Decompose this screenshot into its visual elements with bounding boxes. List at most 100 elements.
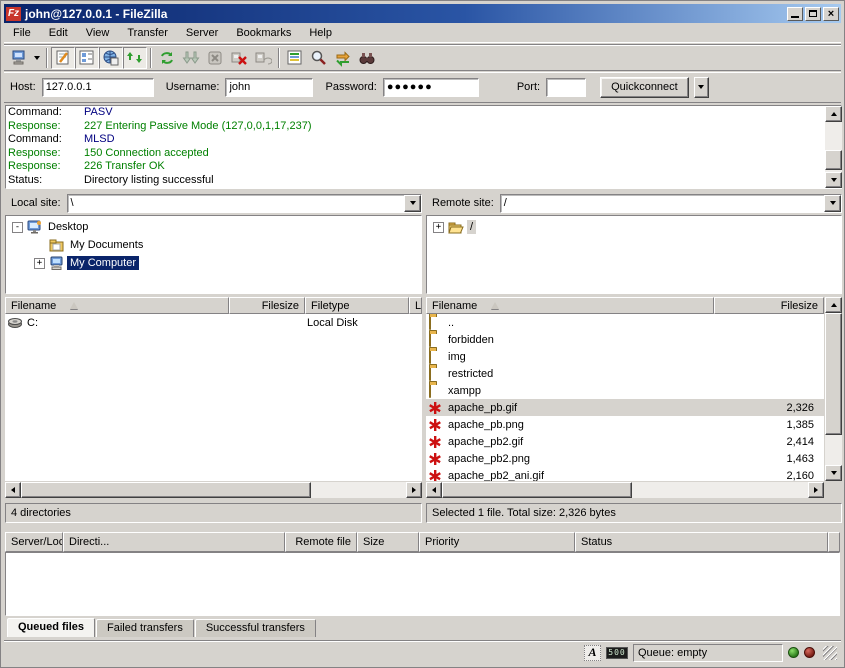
cancel-button[interactable] (203, 47, 227, 69)
password-input[interactable] (383, 78, 479, 97)
local-site-combo[interactable]: \ (67, 194, 422, 213)
quickconnect-dropdown[interactable] (694, 77, 709, 98)
scroll-thumb[interactable] (21, 482, 311, 498)
scroll-thumb[interactable] (825, 313, 842, 435)
expand-icon[interactable]: + (34, 258, 45, 269)
filter-button[interactable] (283, 47, 307, 69)
port-input[interactable] (546, 78, 586, 97)
transfer-type-indicator[interactable]: A (584, 645, 601, 661)
site-manager-button[interactable] (7, 47, 31, 69)
title-bar[interactable]: Fz john@127.0.0.1 - FileZilla × (4, 4, 841, 23)
file-name: apache_pb2.png (448, 453, 719, 465)
local-list-hscrollbar[interactable] (5, 482, 422, 498)
remote-file-list[interactable]: .. forbidden img restricted xampp (426, 314, 824, 481)
queue-column-header[interactable]: Priority (419, 532, 575, 552)
scroll-down-button[interactable] (825, 172, 842, 188)
local-file-list[interactable]: C: Local Disk (5, 314, 422, 481)
queue-column-header[interactable]: Remote file (285, 532, 357, 552)
log-scrollbar[interactable] (825, 106, 842, 188)
maximize-button[interactable] (805, 7, 821, 21)
file-row[interactable]: C: Local Disk (5, 314, 422, 331)
username-input[interactable] (225, 78, 313, 97)
menu-item[interactable]: Help (300, 25, 341, 41)
column-header-filesize[interactable]: Filesize (229, 297, 305, 314)
collapse-icon[interactable]: - (12, 222, 23, 233)
scroll-left-button[interactable] (426, 482, 442, 498)
queue-column-header[interactable]: Size (357, 532, 419, 552)
process-queue-button[interactable] (179, 47, 203, 69)
remote-tree[interactable]: + / (426, 215, 842, 294)
reconnect-button[interactable] (251, 47, 275, 69)
remote-list-hscrollbar[interactable] (426, 482, 824, 498)
queue-tab[interactable]: Failed transfers (96, 619, 194, 637)
queue-column-header[interactable] (828, 532, 840, 552)
local-tree[interactable]: - Desktop My Documents + My Computer (5, 215, 422, 294)
queue-list[interactable] (5, 552, 840, 616)
menu-item[interactable]: Server (177, 25, 227, 41)
tree-item-desktop[interactable]: - Desktop (6, 218, 421, 236)
close-button[interactable]: × (823, 7, 839, 21)
scroll-right-button[interactable] (808, 482, 824, 498)
column-header-filename[interactable]: Filename (426, 297, 714, 314)
menu-item[interactable]: File (4, 25, 40, 41)
tree-item-my-computer[interactable]: + My Computer (6, 254, 421, 272)
scroll-left-button[interactable] (5, 482, 21, 498)
scroll-right-button[interactable] (406, 482, 422, 498)
disconnect-button[interactable] (227, 47, 251, 69)
file-row[interactable]: apache_pb.png 1,385 (426, 416, 824, 433)
scroll-up-button[interactable] (825, 106, 842, 122)
file-row[interactable]: xampp (426, 382, 824, 399)
menu-item[interactable]: Edit (40, 25, 77, 41)
column-header-filesize[interactable]: Filesize (714, 297, 824, 314)
file-row[interactable]: apache_pb2.png 1,463 (426, 450, 824, 467)
file-row[interactable]: apache_pb2_ani.gif 2,160 (426, 467, 824, 481)
toggle-local-tree-button[interactable] (75, 47, 99, 69)
column-header-filetype[interactable]: Filetype (305, 297, 409, 314)
tree-item-my-documents[interactable]: My Documents (6, 236, 421, 254)
file-row[interactable]: img (426, 348, 824, 365)
find-button[interactable] (355, 47, 379, 69)
remote-list-vscrollbar[interactable] (825, 297, 842, 481)
file-row[interactable]: forbidden (426, 331, 824, 348)
compare-button[interactable] (307, 47, 331, 69)
host-input[interactable] (42, 78, 154, 97)
speed-limit-indicator[interactable]: 500 (606, 647, 628, 659)
sync-browse-button[interactable] (331, 47, 355, 69)
remote-site-combo-button[interactable] (824, 195, 841, 212)
toggle-queue-button[interactable] (123, 47, 147, 69)
pane-splitter[interactable] (422, 191, 426, 523)
queue-column-header[interactable]: Server/Local file (5, 532, 63, 552)
menu-item[interactable]: Transfer (118, 25, 177, 41)
column-header-lastmodified[interactable]: L (409, 297, 422, 314)
remote-site-combo[interactable]: / (500, 194, 842, 213)
tree-item-root[interactable]: + / (427, 218, 841, 236)
quickconnect-button[interactable]: Quickconnect (600, 77, 689, 98)
local-site-combo-button[interactable] (404, 195, 421, 212)
message-log[interactable]: Command: PASV Response: 227 Entering Pas… (5, 105, 842, 189)
file-row[interactable]: .. (426, 314, 824, 331)
site-manager-dropdown[interactable] (31, 47, 43, 69)
menu-item[interactable]: View (77, 25, 119, 41)
cancel-icon (206, 49, 224, 67)
file-name: restricted (448, 368, 719, 380)
refresh-button[interactable] (155, 47, 179, 69)
scroll-down-button[interactable] (825, 465, 842, 481)
file-row[interactable]: restricted (426, 365, 824, 382)
resize-grip-icon[interactable] (823, 646, 837, 660)
scroll-thumb[interactable] (825, 150, 842, 170)
queue-column-header[interactable]: Status (575, 532, 828, 552)
minimize-button[interactable] (787, 7, 803, 21)
queue-column-header[interactable]: Directi... (63, 532, 285, 552)
file-size: 2,160 (719, 470, 824, 482)
file-row[interactable]: apache_pb2.gif 2,414 (426, 433, 824, 450)
toggle-remote-tree-button[interactable] (99, 47, 123, 69)
column-header-filename[interactable]: Filename (5, 297, 229, 314)
queue-tab[interactable]: Successful transfers (195, 619, 316, 637)
toggle-message-log-button[interactable] (51, 47, 75, 69)
queue-tab[interactable]: Queued files (7, 618, 95, 637)
scroll-up-button[interactable] (825, 297, 842, 313)
menu-item[interactable]: Bookmarks (227, 25, 300, 41)
expand-icon[interactable]: + (433, 222, 444, 233)
scroll-thumb[interactable] (442, 482, 632, 498)
file-row[interactable]: apache_pb.gif 2,326 (426, 399, 824, 416)
